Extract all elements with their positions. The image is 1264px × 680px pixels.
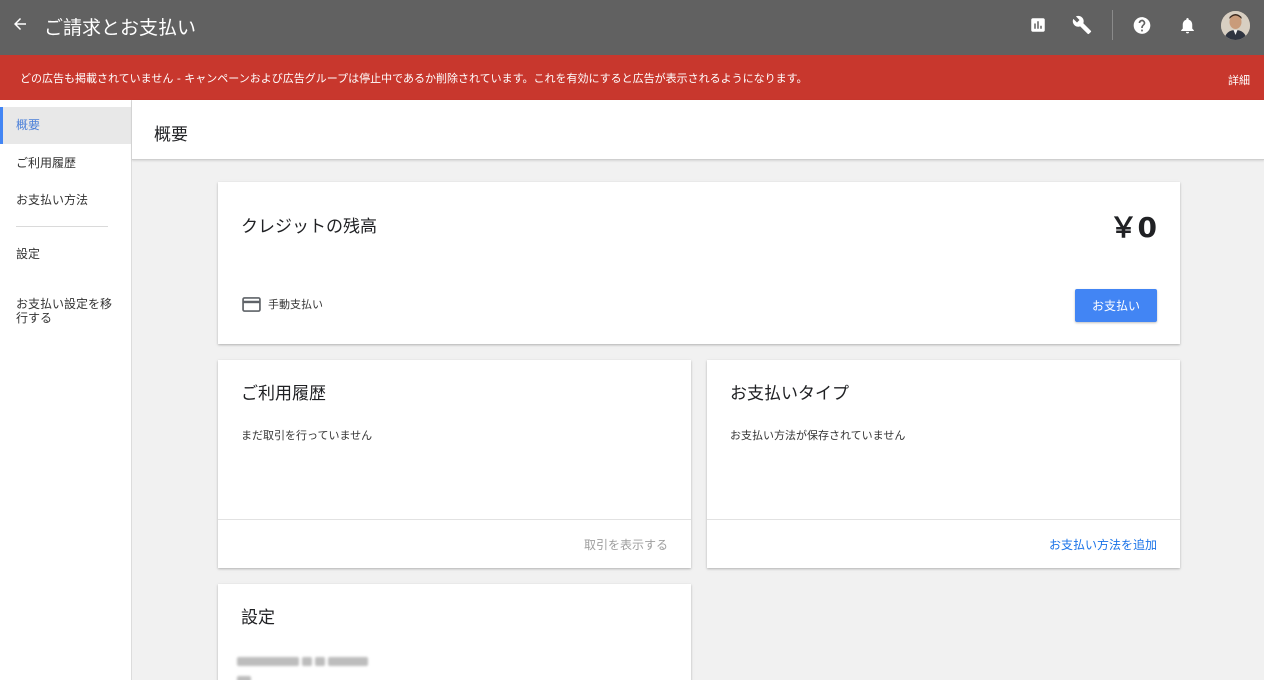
details-link[interactable]: 詳細 [1228, 72, 1250, 88]
sidebar-item-transfer-settings[interactable]: お支払い設定を移 行する [0, 283, 120, 325]
make-payment-button[interactable]: お支払い [1075, 289, 1157, 322]
balance-amount: ￥0 [1109, 211, 1157, 244]
sidebar-nav: 概要 ご利用履歴 お支払い方法 設定 お支払い設定を移 行する [0, 100, 132, 680]
history-card: ご利用履歴 まだ取引を行っていません 取引を表示する [218, 360, 691, 568]
help-icon[interactable] [1132, 14, 1152, 36]
sidebar-item-payment-methods[interactable]: お支払い方法 [0, 193, 131, 207]
history-empty-message: まだ取引を行っていません [241, 429, 373, 442]
payment-type-card: お支払いタイプ お支払い方法が保存されていません お支払い方法を追加 [707, 360, 1180, 568]
back-arrow-icon[interactable] [8, 12, 32, 36]
app-header: ご請求とお支払い [0, 0, 1264, 55]
payment-type-card-title: お支払いタイプ [730, 384, 849, 404]
credit-balance-card: クレジットの残高 ￥0 手動支払い お支払い [218, 182, 1180, 344]
page-title: 概要 [154, 125, 188, 145]
history-card-footer: 取引を表示する [218, 519, 691, 568]
credit-balance-title: クレジットの残高 [241, 217, 377, 237]
sidebar-item-label: お支払い設定を移 行する [16, 297, 113, 325]
sidebar-item-label: お支払い方法 [16, 193, 89, 207]
reports-icon[interactable] [1028, 14, 1048, 36]
redacted-settings-text [237, 651, 387, 680]
settings-card-title: 設定 [241, 608, 275, 628]
sidebar-item-label: ご利用履歴 [16, 156, 77, 170]
account-avatar[interactable] [1221, 11, 1250, 40]
warning-banner: どの広告も掲載されていません - キャンペーンおよび広告グループは停止中であるか… [0, 55, 1264, 100]
sidebar-item-label: 概要 [16, 118, 41, 132]
history-card-title: ご利用履歴 [241, 384, 326, 404]
sidebar-divider [16, 226, 108, 227]
add-payment-method-link[interactable]: お支払い方法を追加 [1049, 536, 1157, 553]
sidebar-item-history[interactable]: ご利用履歴 [0, 156, 131, 170]
payment-type-card-footer: お支払い方法を追加 [707, 519, 1180, 568]
payment-method-label: 手動支払い [268, 298, 323, 311]
page-header-title: ご請求とお支払い [44, 17, 197, 39]
sidebar-item-label: 設定 [16, 247, 41, 261]
page-subheader: 概要 [132, 100, 1264, 160]
notifications-icon[interactable] [1177, 14, 1197, 36]
sidebar-item-settings[interactable]: 設定 [0, 247, 131, 261]
sidebar-item-overview[interactable]: 概要 [0, 107, 131, 144]
payment-method-info: 手動支払い [242, 296, 323, 312]
tools-icon[interactable] [1072, 14, 1092, 36]
toolbar-divider [1112, 10, 1113, 40]
view-transactions-link[interactable]: 取引を表示する [584, 536, 668, 553]
credit-card-icon [242, 296, 261, 312]
payment-type-empty-message: お支払い方法が保存されていません [730, 429, 906, 442]
warning-message: どの広告も掲載されていません - キャンペーンおよび広告グループは停止中であるか… [20, 72, 808, 85]
